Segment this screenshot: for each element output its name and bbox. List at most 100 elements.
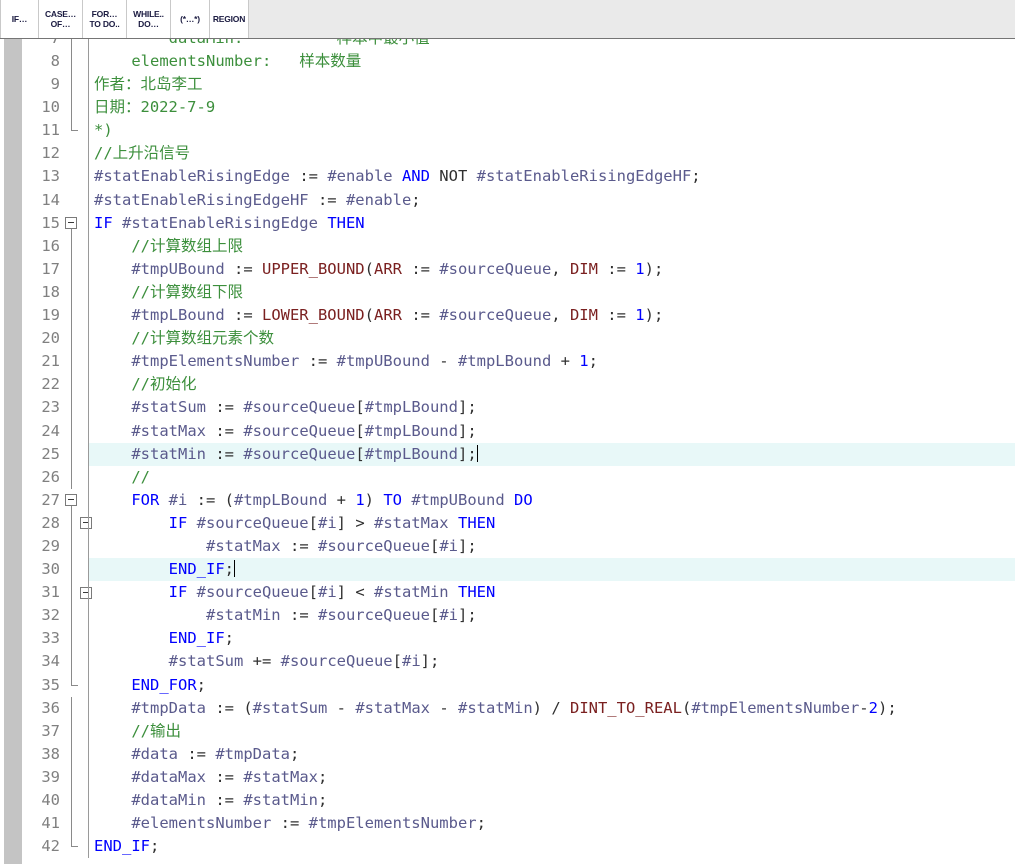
code-line-text[interactable]: FOR #i := (#tmpLBound + 1) TO #tmpUBound… (94, 489, 532, 512)
code-line[interactable]: 21 #tmpElementsNumber := #tmpUBound - #t… (0, 350, 1015, 374)
code-line[interactable]: 14 #statEnableRisingEdgeHF := #enable; (0, 188, 1015, 212)
code-line[interactable]: 23 #statSum := #sourceQueue[#tmpLBound]; (0, 396, 1015, 420)
code-line-text[interactable]: END_IF; (94, 627, 234, 650)
code-line[interactable]: 29 #statMax := #sourceQueue[#i]; (0, 534, 1015, 559)
code-line-text[interactable]: END_IF; (94, 835, 159, 858)
code-line-text[interactable]: //计算数组元素个数 (94, 327, 274, 350)
for-todo-button[interactable]: FOR… TO DO.. (83, 0, 127, 38)
code-line-text[interactable]: dataMin: 样本中最小值 (94, 39, 430, 50)
code-line-text[interactable]: #statMin := #sourceQueue[#tmpLBound]; (94, 443, 478, 466)
code-line-text[interactable]: #statEnableRisingEdgeHF := #enable; (94, 189, 421, 212)
line-number: 19 (41, 306, 60, 325)
code-line[interactable]: 26 // (0, 465, 1015, 489)
code-line[interactable]: 24 #statMax := #sourceQueue[#tmpLBound]; (0, 419, 1015, 443)
code-line-text[interactable]: #statMax := #sourceQueue[#tmpLBound]; (94, 420, 476, 443)
code-line[interactable]: 38 #data := #tmpData; (0, 742, 1015, 766)
code-line-text[interactable]: *) (94, 119, 113, 142)
code-token-var: #dataMax (131, 767, 216, 786)
case-of-button[interactable]: CASE… OF… (39, 0, 83, 38)
code-line[interactable]: 15 IF #statEnableRisingEdge THEN (0, 211, 1015, 235)
fold-collapse-icon[interactable] (80, 517, 92, 530)
code-line-text[interactable]: #data := #tmpData; (94, 743, 299, 766)
code-line-text[interactable]: #statEnableRisingEdge := #enable AND NOT… (94, 165, 701, 188)
code-token-pl: := (215, 421, 244, 440)
code-line-text[interactable]: #tmpData := (#statSum - #statMax - #stat… (94, 697, 896, 720)
code-line[interactable]: 35 END_FOR; (0, 673, 1015, 697)
code-line-text[interactable]: END_FOR; (94, 674, 206, 697)
code-token-pl: += (252, 652, 281, 671)
code-line-text[interactable]: // (94, 466, 150, 489)
code-line-text[interactable]: #dataMax := #statMax; (94, 766, 327, 789)
code-line[interactable]: 8 elementsNumber: 样本数量 (0, 50, 1015, 74)
code-line[interactable]: 25 #statMin := #sourceQueue[#tmpLBound]; (0, 442, 1015, 466)
code-line-text[interactable]: 作者：北岛李工 (94, 73, 203, 96)
code-line[interactable]: 20 //计算数组元素个数 (0, 327, 1015, 351)
fold-connector-line (70, 742, 72, 766)
code-line[interactable]: 37 //输出 (0, 719, 1015, 743)
code-line[interactable]: 13 #statEnableRisingEdge := #enable AND N… (0, 165, 1015, 189)
code-line[interactable]: 32 #statMin := #sourceQueue[#i]; (0, 604, 1015, 628)
region-button[interactable]: REGION (210, 0, 249, 38)
code-line-text[interactable]: #tmpUBound := UPPER_BOUND(ARR := #source… (94, 258, 663, 281)
code-line-text[interactable]: //计算数组上限 (94, 235, 243, 258)
comment-button[interactable]: (*…*) (171, 0, 210, 38)
fold-gutter-cell (64, 350, 84, 374)
code-line[interactable]: 9 作者：北岛李工 (0, 73, 1015, 97)
code-line-text[interactable]: IF #sourceQueue[#i] < #statMin THEN (94, 581, 496, 604)
code-line[interactable]: 42 END_IF; (0, 835, 1015, 859)
code-line[interactable]: 33 END_IF; (0, 627, 1015, 651)
code-line-text[interactable]: //输出 (94, 720, 181, 743)
code-line[interactable]: 31 IF #sourceQueue[#i] < #statMin THEN (0, 581, 1015, 605)
code-line[interactable]: 28 IF #sourceQueue[#i] > #statMax THEN (0, 511, 1015, 535)
code-line[interactable]: 10 日期：2022-7-9 (0, 96, 1015, 120)
code-token-cm: dataMin: 样本中最小值 (94, 39, 430, 47)
code-line[interactable]: 16 //计算数组上限 (0, 234, 1015, 258)
code-line[interactable]: 19 #tmpLBound := LOWER_BOUND(ARR := #sou… (0, 304, 1015, 328)
code-line[interactable]: 12 //上升沿信号 (0, 142, 1015, 166)
code-line-text[interactable]: #tmpElementsNumber := #tmpUBound - #tmpL… (94, 350, 598, 373)
code-line[interactable]: 18 //计算数组下限 (0, 280, 1015, 305)
gutter-separator (88, 673, 89, 697)
code-line-text[interactable]: #statMin := #sourceQueue[#i]; (94, 604, 477, 627)
code-line[interactable]: 30 END_IF; (0, 558, 1015, 582)
code-line-text[interactable]: #statMax := #sourceQueue[#i]; (94, 535, 477, 558)
code-token-var: #statMax (243, 767, 318, 786)
code-line-text[interactable]: //上升沿信号 (94, 142, 190, 165)
code-editor-area[interactable]: 7 dataMin: 样本中最小值8 elementsNumber: 样本数量9… (0, 39, 1015, 864)
line-number: 23 (41, 398, 60, 417)
code-line-text[interactable]: #elementsNumber := #tmpElementsNumber; (94, 812, 486, 835)
code-line[interactable]: 7 dataMin: 样本中最小值 (0, 39, 1015, 50)
code-line[interactable]: 34 #statSum += #sourceQueue[#i]; (0, 650, 1015, 674)
code-line-text[interactable]: elementsNumber: 样本数量 (94, 50, 361, 73)
code-line-text[interactable]: #statSum := #sourceQueue[#tmpLBound]; (94, 396, 476, 419)
fold-gutter-cell (64, 39, 84, 50)
code-line[interactable]: 27 FOR #i := (#tmpLBound + 1) TO #tmpUBo… (0, 488, 1015, 512)
while-do-button[interactable]: WHILE.. DO… (127, 0, 171, 38)
code-line-text[interactable]: IF #statEnableRisingEdge THEN (94, 212, 365, 235)
code-line[interactable]: 39 #dataMax := #statMax; (0, 765, 1015, 789)
code-line[interactable]: 22 //初始化 (0, 373, 1015, 397)
code-line-text[interactable]: #tmpLBound := LOWER_BOUND(ARR := #source… (94, 304, 663, 327)
code-line-text[interactable]: 日期：2022-7-9 (94, 96, 215, 119)
code-line-text[interactable]: //初始化 (94, 373, 196, 396)
code-token-var: #statMin (458, 698, 533, 717)
code-token-pl: ]; (420, 652, 440, 671)
if-button[interactable]: IF… (0, 0, 39, 38)
code-line-text[interactable]: #dataMin := #statMin; (94, 789, 327, 812)
fold-collapse-icon[interactable] (80, 586, 92, 599)
text-caret (234, 560, 235, 578)
code-line[interactable]: 36 #tmpData := (#statSum - #statMax - #s… (0, 696, 1015, 720)
code-line[interactable]: 17 #tmpUBound := UPPER_BOUND(ARR := #sou… (0, 257, 1015, 281)
code-line-text[interactable]: END_IF; (94, 558, 235, 581)
fold-collapse-icon[interactable] (65, 217, 77, 230)
fold-collapse-icon[interactable] (65, 494, 77, 507)
code-line[interactable]: 11 *) (0, 119, 1015, 143)
code-line-text[interactable]: IF #sourceQueue[#i] > #statMax THEN (94, 512, 496, 535)
code-line-text[interactable]: #statSum += #sourceQueue[#i]; (94, 650, 440, 673)
code-token-var: #statMax (355, 698, 440, 717)
code-line-text[interactable]: //计算数组下限 (94, 281, 243, 304)
code-line[interactable]: 40 #dataMin := #statMin; (0, 789, 1015, 813)
code-line[interactable]: 41 #elementsNumber := #tmpElementsNumber… (0, 812, 1015, 836)
